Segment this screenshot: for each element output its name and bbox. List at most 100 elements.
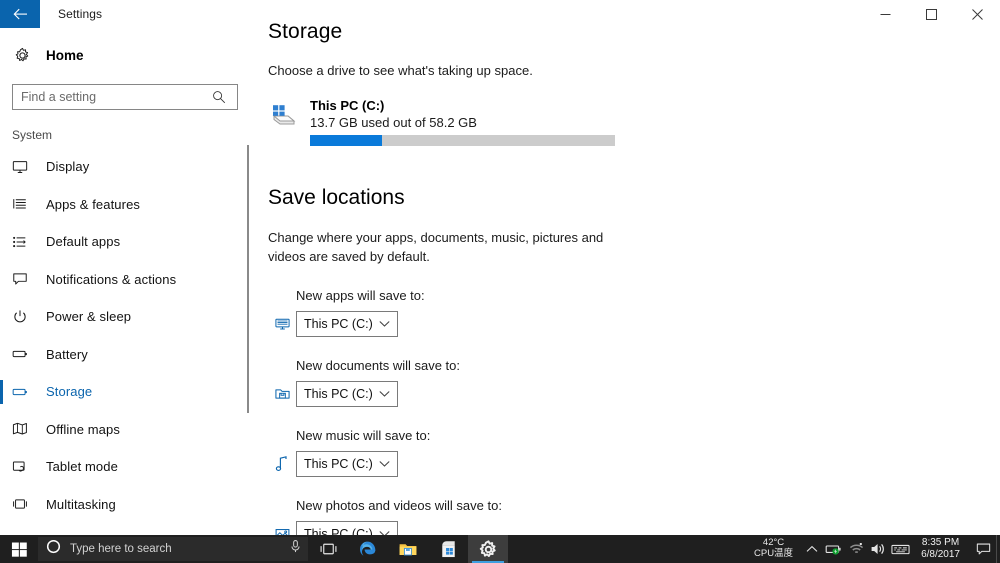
save-locations-heading: Save locations bbox=[268, 186, 405, 209]
system-tray: 42°C CPU温度 8:35 PM 6/8/2017 bbox=[746, 535, 1000, 563]
window-title: Settings bbox=[58, 7, 103, 21]
sidebar-item-label: Default apps bbox=[46, 234, 121, 250]
tablet-icon bbox=[12, 459, 34, 475]
clock-date: 6/8/2017 bbox=[921, 549, 960, 560]
chevron-down-icon bbox=[379, 455, 390, 473]
tray-cpu-temperature[interactable]: 42°C CPU温度 bbox=[746, 537, 801, 560]
tray-icon-battery[interactable] bbox=[823, 535, 845, 563]
search-icon[interactable] bbox=[210, 88, 228, 106]
minimize-icon bbox=[880, 13, 890, 15]
action-center-button[interactable] bbox=[970, 535, 996, 563]
save-location-dropdown-music[interactable]: This PC (C:) bbox=[296, 450, 398, 477]
taskbar-button-edge[interactable] bbox=[348, 535, 388, 563]
gear-icon bbox=[479, 539, 496, 557]
sidebar-item-default-apps[interactable]: Default apps bbox=[0, 223, 248, 261]
wifi-icon bbox=[849, 543, 863, 554]
taskbar: Type here to search 42°C CPU温度 8:35 PM 6… bbox=[0, 535, 1000, 563]
microphone-icon[interactable] bbox=[289, 539, 302, 559]
multitasking-icon bbox=[12, 496, 34, 512]
close-icon bbox=[971, 8, 983, 20]
dropdown-value: This PC (C:) bbox=[304, 316, 373, 331]
cpu-temp-label: CPU温度 bbox=[754, 548, 794, 559]
tray-icon-volume[interactable] bbox=[867, 535, 889, 563]
map-icon bbox=[12, 421, 34, 437]
sidebar-item-tablet-mode[interactable]: Tablet mode bbox=[0, 448, 248, 486]
tray-icon-wifi[interactable] bbox=[845, 535, 867, 563]
documents-folder-icon bbox=[268, 386, 296, 402]
chevron-up-icon bbox=[806, 545, 818, 552]
sidebar-item-offline-maps[interactable]: Offline maps bbox=[0, 411, 248, 449]
keyboard-input-icon bbox=[890, 544, 910, 554]
drive-item[interactable]: This PC (C:) 13.7 GB used out of 58.2 GB bbox=[268, 98, 968, 146]
save-locations-description: Change where your apps, documents, music… bbox=[268, 230, 604, 264]
drive-name: This PC (C:) bbox=[310, 98, 385, 113]
microsoft-store-icon bbox=[441, 540, 455, 557]
sidebar-item-label: Notifications & actions bbox=[46, 271, 177, 287]
sidebar-item-multitasking[interactable]: Multitasking bbox=[0, 486, 248, 524]
taskbar-button-file-explorer[interactable] bbox=[388, 535, 428, 563]
taskbar-search-placeholder: Type here to search bbox=[70, 543, 172, 555]
speech-bubble-icon bbox=[12, 271, 34, 287]
default-apps-icon bbox=[12, 234, 34, 250]
sidebar-item-notifications-actions[interactable]: Notifications & actions bbox=[0, 261, 248, 299]
sidebar: Home System Display bbox=[0, 28, 248, 535]
sidebar-item-label: Display bbox=[46, 159, 90, 175]
show-desktop-button[interactable] bbox=[996, 535, 1000, 563]
save-location-dropdown-documents[interactable]: This PC (C:) bbox=[296, 380, 398, 407]
start-button[interactable] bbox=[0, 535, 38, 563]
content-scrollbar[interactable] bbox=[247, 145, 249, 413]
taskbar-button-settings[interactable] bbox=[468, 535, 508, 563]
search-container bbox=[0, 70, 248, 110]
chevron-down-icon bbox=[379, 385, 390, 403]
sidebar-item-label: Multitasking bbox=[46, 496, 116, 512]
windows-start-icon bbox=[11, 542, 27, 557]
save-location-apps: New apps will save to: This PC (C:) bbox=[268, 288, 968, 337]
list-icon bbox=[12, 196, 34, 212]
dropdown-value: This PC (C:) bbox=[304, 456, 373, 471]
save-location-label: New music will save to: bbox=[296, 427, 431, 443]
page-title: Storage bbox=[268, 20, 343, 43]
chevron-down-icon bbox=[379, 315, 390, 333]
battery-icon bbox=[12, 346, 34, 362]
sidebar-item-home[interactable]: Home bbox=[0, 40, 248, 70]
storage-icon bbox=[12, 384, 34, 400]
monitor-blue-icon bbox=[268, 316, 296, 332]
drive-usage-text: 13.7 GB used out of 58.2 GB bbox=[310, 115, 477, 130]
save-location-documents: New documents will save to: This PC (C:) bbox=[268, 358, 968, 407]
taskbar-button-microsoft-store[interactable] bbox=[428, 535, 468, 563]
drive-usage-bar bbox=[310, 135, 615, 146]
clock-time: 8:35 PM bbox=[921, 536, 960, 548]
tray-clock[interactable]: 8:35 PM 6/8/2017 bbox=[911, 537, 970, 562]
edge-browser-icon bbox=[360, 541, 376, 556]
task-view-icon bbox=[320, 543, 336, 555]
power-icon bbox=[12, 309, 34, 325]
sidebar-item-battery[interactable]: Battery bbox=[0, 336, 248, 374]
volume-icon bbox=[871, 544, 884, 554]
sidebar-item-label: Tablet mode bbox=[46, 459, 118, 475]
active-indicator bbox=[0, 380, 3, 404]
sidebar-item-storage[interactable]: Storage bbox=[0, 373, 248, 411]
sidebar-item-label: Apps & features bbox=[46, 196, 140, 212]
save-location-dropdown-apps[interactable]: This PC (C:) bbox=[296, 310, 398, 337]
cortana-circle-icon bbox=[46, 539, 61, 559]
sidebar-item-label: Home bbox=[46, 47, 84, 63]
maximize-icon bbox=[925, 8, 937, 20]
drive-usage-fill bbox=[310, 135, 382, 146]
sidebar-item-power-sleep[interactable]: Power & sleep bbox=[0, 298, 248, 336]
battery-charging-icon bbox=[825, 545, 841, 555]
sidebar-item-apps-features[interactable]: Apps & features bbox=[0, 186, 248, 224]
main-content: Storage Choose a drive to see what's tak… bbox=[268, 20, 968, 547]
taskbar-button-task-view[interactable] bbox=[308, 535, 348, 563]
save-location-label: New photos and videos will save to: bbox=[296, 497, 502, 513]
tray-overflow-button[interactable] bbox=[801, 535, 823, 563]
back-button[interactable] bbox=[0, 0, 40, 28]
search-input[interactable] bbox=[12, 84, 238, 110]
dropdown-value: This PC (C:) bbox=[304, 386, 373, 401]
tray-icon-keyboard-input[interactable] bbox=[889, 535, 911, 563]
sidebar-item-display[interactable]: Display bbox=[0, 148, 248, 186]
save-location-label: New apps will save to: bbox=[296, 287, 425, 303]
taskbar-search-box[interactable]: Type here to search bbox=[38, 537, 308, 561]
drive-info: This PC (C:) 13.7 GB used out of 58.2 GB bbox=[310, 98, 615, 146]
back-arrow-icon bbox=[13, 8, 27, 19]
sidebar-item-label: Battery bbox=[46, 346, 88, 362]
